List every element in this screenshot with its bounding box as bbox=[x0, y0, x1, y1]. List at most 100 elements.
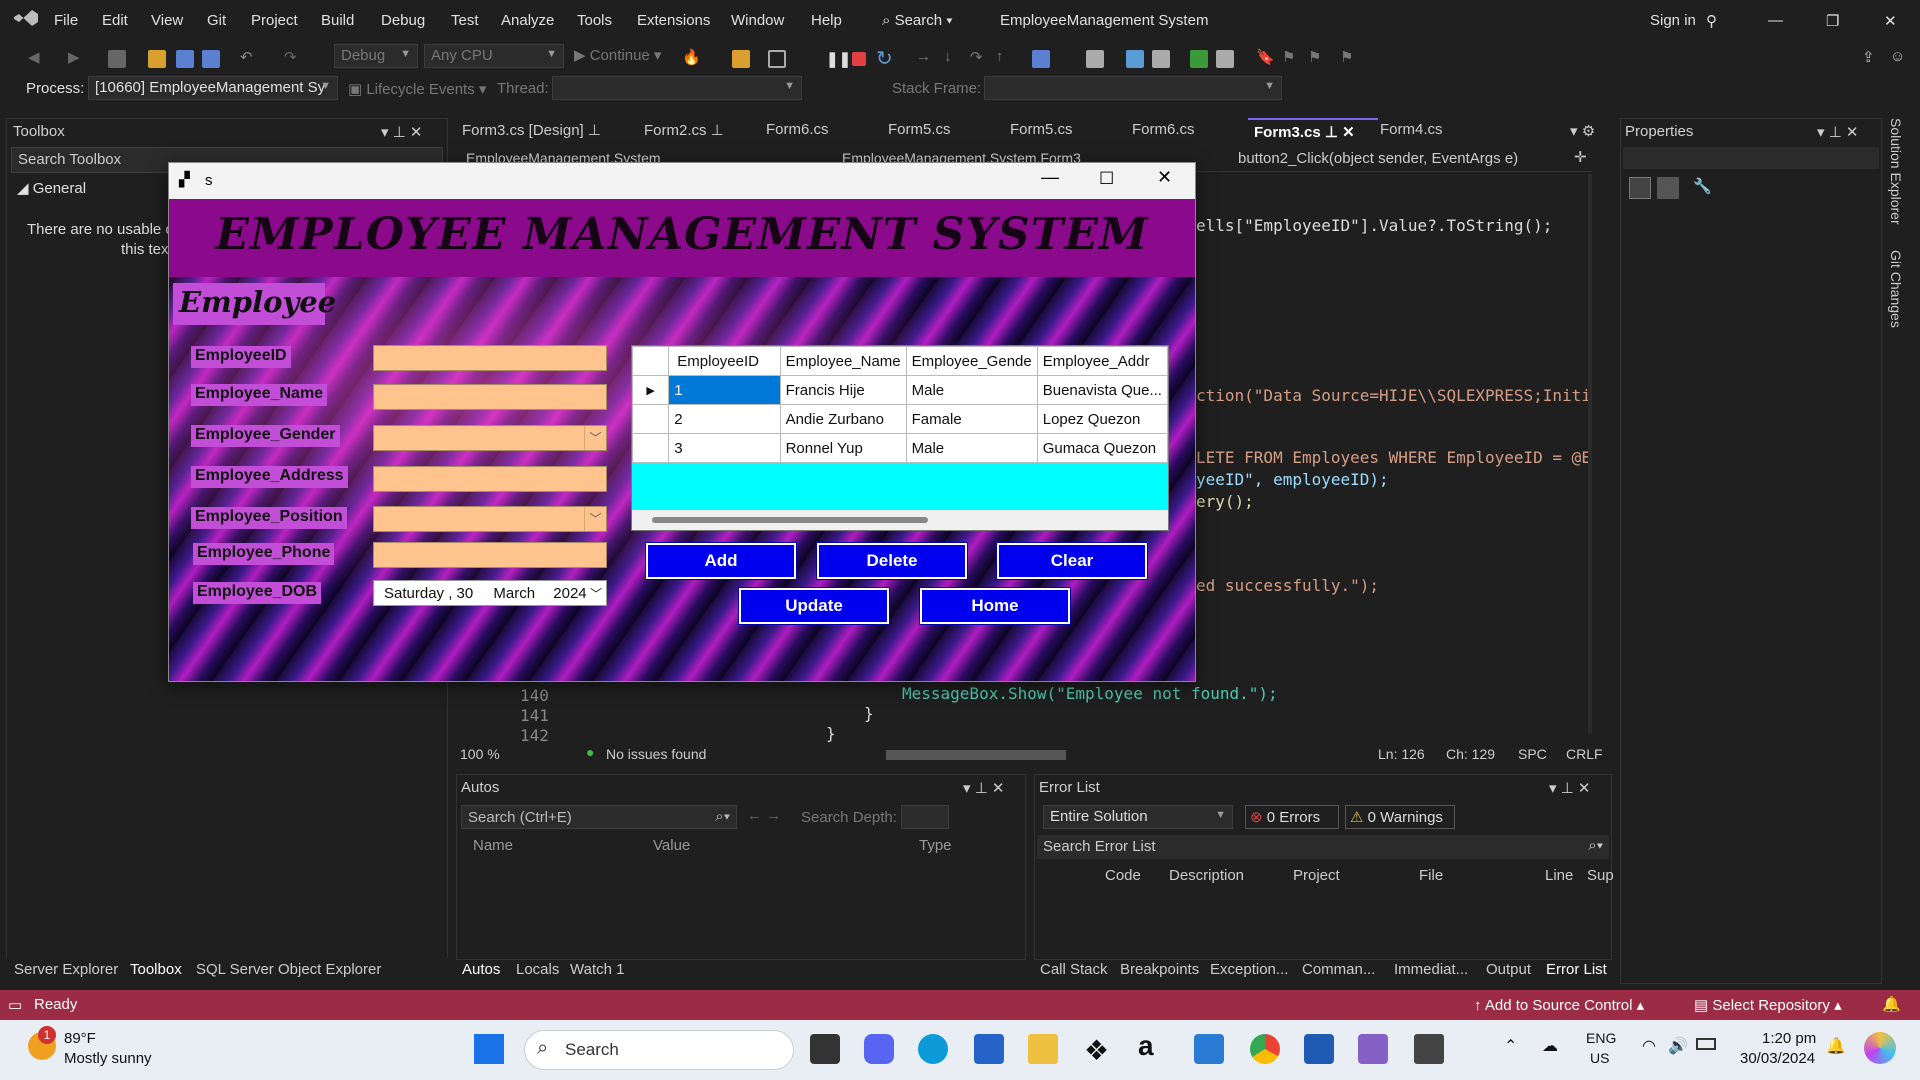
open-folder-icon[interactable] bbox=[148, 50, 166, 68]
form-minimize-icon[interactable]: — bbox=[1041, 167, 1059, 188]
amazon-icon[interactable]: a bbox=[1138, 1030, 1154, 1062]
sign-in-link[interactable]: Sign in bbox=[1650, 12, 1696, 29]
tab-options-icon[interactable]: ▾ ⚙ bbox=[1570, 122, 1595, 140]
table-row[interactable]: 3 Ronnel Yup Male Gumaca Quezon bbox=[631, 433, 1169, 463]
select-repository[interactable]: ▤ Select Repository ▴ bbox=[1694, 996, 1842, 1014]
grid-scroll-thumb[interactable] bbox=[652, 517, 928, 523]
table-row[interactable]: 2 Andie Zurbano Famale Lopez Quezon bbox=[631, 404, 1169, 434]
tab-breakpoints[interactable]: Breakpoints bbox=[1120, 961, 1199, 978]
edge-icon[interactable] bbox=[918, 1034, 948, 1064]
diagnostics-icon[interactable] bbox=[1032, 50, 1050, 68]
grid-cell[interactable]: Andie Zurbano bbox=[779, 404, 907, 434]
hot-reload-icon[interactable]: 🔥 bbox=[682, 48, 701, 66]
autos-search[interactable]: Search (Ctrl+E) ⌕▾ bbox=[461, 805, 737, 829]
bookmark-clear-icon[interactable]: ⚑ bbox=[1340, 48, 1358, 66]
grid-cell[interactable]: Male bbox=[905, 433, 1038, 463]
save-all-icon[interactable] bbox=[202, 50, 220, 68]
search-button[interactable]: ⌕ Search ▾ bbox=[882, 12, 953, 29]
tab-form6-b[interactable]: Form6.cs bbox=[1126, 118, 1201, 144]
employee-position-select[interactable]: ﹀ bbox=[373, 506, 607, 532]
stack-frame-dropdown[interactable]: ▼ bbox=[984, 76, 1282, 100]
chat-icon[interactable] bbox=[864, 1034, 894, 1064]
forward-icon[interactable]: ▶ bbox=[68, 48, 86, 66]
menu-edit[interactable]: Edit bbox=[102, 12, 128, 29]
error-list-search[interactable]: Search Error List ⌕▾ bbox=[1037, 835, 1609, 859]
task-view-icon[interactable] bbox=[810, 1034, 840, 1064]
split-icon[interactable]: ✛ bbox=[1574, 148, 1587, 166]
employee-name-field[interactable] bbox=[373, 384, 607, 410]
share-icon[interactable]: ⇪ bbox=[1862, 48, 1880, 66]
alphabetical-icon[interactable] bbox=[1657, 177, 1679, 199]
tab-call-stack[interactable]: Call Stack bbox=[1040, 961, 1108, 978]
language-line2[interactable]: US bbox=[1590, 1050, 1609, 1066]
form-maximize-icon[interactable]: ☐ bbox=[1099, 169, 1114, 189]
bookmark-icon[interactable]: 🔖 bbox=[1256, 48, 1275, 66]
copilot-icon[interactable] bbox=[1864, 1032, 1896, 1064]
lifecycle-events[interactable]: ▣ Lifecycle Events ▾ bbox=[348, 80, 486, 98]
menu-view[interactable]: View bbox=[151, 12, 183, 29]
zoom-level[interactable]: 100 % bbox=[460, 746, 500, 762]
employee-phone-field[interactable] bbox=[373, 542, 607, 568]
code-map-icon[interactable] bbox=[1086, 50, 1104, 68]
tab-form3-design[interactable]: Form3.cs [Design] ⊥ bbox=[456, 118, 607, 144]
categorized-icon[interactable] bbox=[1629, 177, 1651, 199]
nav-arrows-icon[interactable]: ← → bbox=[747, 807, 781, 824]
column-value[interactable]: Value bbox=[653, 837, 690, 854]
menu-help[interactable]: Help bbox=[811, 12, 842, 29]
panel-options-icon[interactable]: ▾ ⊥ ✕ bbox=[1817, 123, 1859, 141]
tab-error-list[interactable]: Error List bbox=[1546, 961, 1607, 978]
step-out-icon[interactable]: ↑ bbox=[996, 48, 1014, 66]
pause-icon[interactable]: ❚❚ bbox=[826, 50, 851, 68]
issues-status[interactable]: No issues found bbox=[606, 746, 706, 762]
column-name[interactable]: Name bbox=[473, 837, 513, 854]
browse-icon[interactable] bbox=[732, 50, 750, 68]
process-dropdown[interactable]: [10660] EmployeeManagement Sy ▼ bbox=[88, 76, 338, 100]
add-button[interactable]: Add bbox=[645, 542, 797, 580]
grid-cell[interactable]: 3 bbox=[668, 433, 781, 463]
employee-dob-picker[interactable]: Saturday , 30 March 2024 ﹀ bbox=[373, 580, 607, 606]
notifications-icon[interactable]: 🔔 bbox=[1882, 995, 1901, 1013]
tab-autos[interactable]: Autos bbox=[462, 961, 500, 978]
grid-column-header[interactable]: Employee_Addr bbox=[1036, 346, 1169, 376]
battery-icon[interactable] bbox=[1696, 1038, 1716, 1050]
menu-window[interactable]: Window bbox=[731, 12, 784, 29]
tab-toolbox[interactable]: Toolbox bbox=[130, 961, 182, 978]
menu-project[interactable]: Project bbox=[251, 12, 298, 29]
panel-options-icon[interactable]: ▾ ⊥ ✕ bbox=[963, 779, 1005, 797]
row-selector-icon[interactable]: ▶ bbox=[631, 375, 670, 405]
align-icon[interactable] bbox=[1126, 50, 1144, 68]
start-icon[interactable] bbox=[474, 1034, 504, 1064]
vertical-scrollbar[interactable] bbox=[1588, 174, 1592, 734]
step-into-icon[interactable]: ↓ bbox=[944, 48, 962, 66]
restart-icon[interactable]: ↻ bbox=[876, 46, 894, 70]
employee-address-field[interactable] bbox=[373, 466, 607, 492]
notification-bell-icon[interactable]: 🔔 bbox=[1826, 1036, 1846, 1056]
nav-member[interactable]: button2_Click(object sender, EventArgs e… bbox=[1238, 150, 1518, 167]
file-explorer-icon[interactable] bbox=[1028, 1034, 1058, 1064]
grid-hscrollbar[interactable] bbox=[632, 510, 1168, 530]
new-project-icon[interactable] bbox=[108, 50, 126, 68]
menu-file[interactable]: File bbox=[54, 12, 78, 29]
menu-tools[interactable]: Tools bbox=[577, 12, 612, 29]
tab-form4[interactable]: Form4.cs bbox=[1374, 118, 1449, 144]
tab-solution-explorer[interactable]: Solution Explorer bbox=[1888, 118, 1904, 225]
grid-cell[interactable]: Francis Hije bbox=[779, 375, 907, 405]
tab-form6[interactable]: Form6.cs bbox=[760, 118, 835, 144]
grid-column-header[interactable]: Employee_Gende bbox=[905, 346, 1038, 376]
tab-form5-b[interactable]: Form5.cs bbox=[1004, 118, 1079, 144]
panel-options-icon[interactable]: ▾ ⊥ ✕ bbox=[381, 123, 423, 141]
back-icon[interactable]: ◀ bbox=[28, 48, 46, 66]
home-button[interactable]: Home bbox=[919, 587, 1071, 625]
column-line[interactable]: Line bbox=[1545, 867, 1573, 884]
grid-cell[interactable]: Gumaca Quezon bbox=[1036, 433, 1169, 463]
chrome-icon[interactable] bbox=[1250, 1034, 1280, 1064]
continue-button[interactable]: ▶ Continue ▾ bbox=[574, 46, 661, 64]
employee-gender-select[interactable]: ﹀ bbox=[373, 425, 607, 451]
form-close-icon[interactable]: ✕ bbox=[1157, 167, 1172, 188]
step-over-icon[interactable]: ↷ bbox=[970, 48, 988, 66]
platform-dropdown[interactable]: Any CPU ▼ bbox=[424, 44, 564, 68]
grid-column-header[interactable]: Employee_Name bbox=[779, 346, 907, 376]
grid-cell[interactable]: Famale bbox=[905, 404, 1038, 434]
word-icon[interactable] bbox=[1304, 1034, 1334, 1064]
tab-output[interactable]: Output bbox=[1486, 961, 1531, 978]
